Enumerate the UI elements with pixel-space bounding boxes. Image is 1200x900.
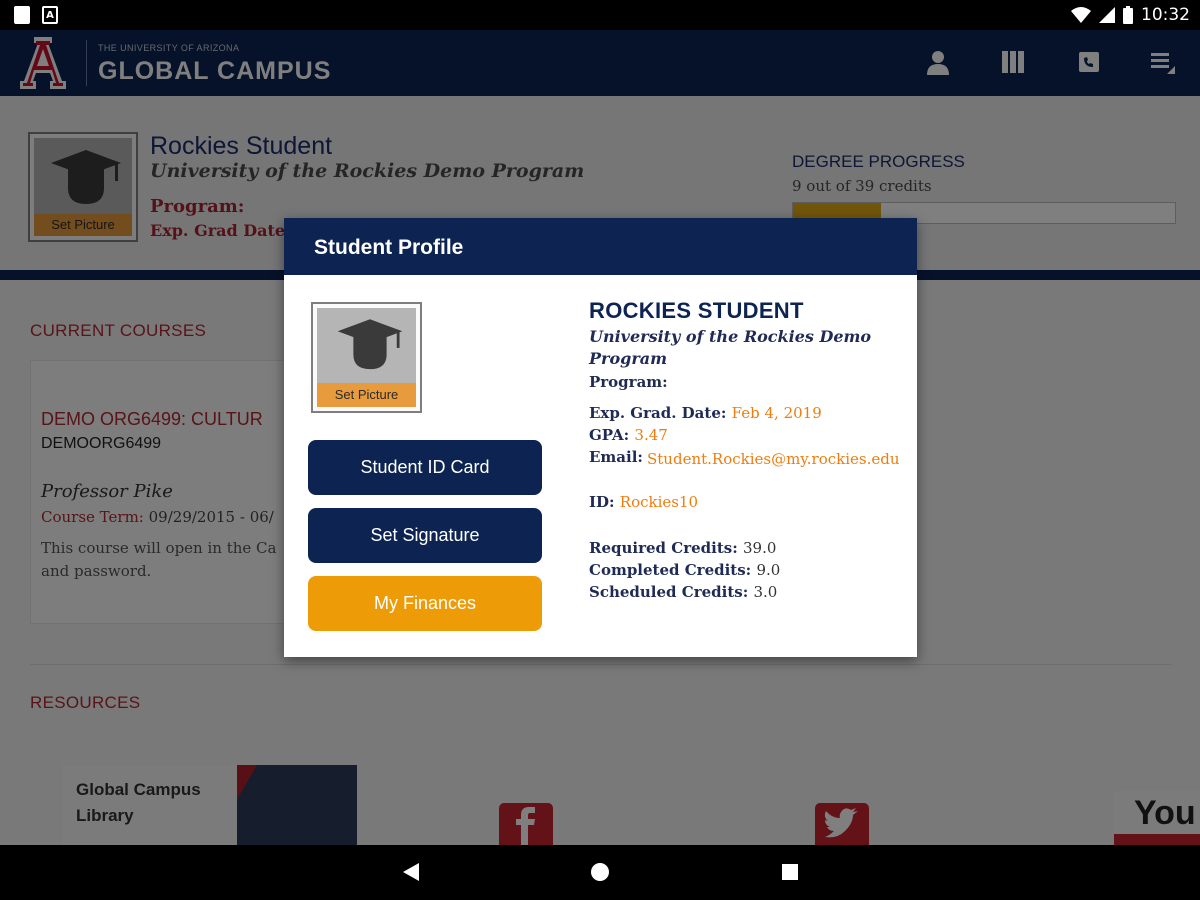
student-id-card-button[interactable]: Student ID Card xyxy=(308,440,542,495)
dialog-grad-date-row: Exp. Grad. Date: Feb 4, 2019 xyxy=(589,404,822,422)
gpa-value: 3.47 xyxy=(634,426,668,444)
set-picture-button[interactable]: Set Picture xyxy=(317,383,416,407)
required-credits-label: Required Credits: xyxy=(589,539,738,557)
dialog-title: Student Profile xyxy=(314,236,464,259)
dialog-avatar[interactable]: Set Picture xyxy=(311,302,422,413)
required-credits-row: Required Credits: 39.0 xyxy=(589,539,776,557)
email-label: Email: xyxy=(589,448,643,466)
signal-icon xyxy=(1099,7,1115,23)
battery-icon xyxy=(1123,6,1133,24)
dialog-header: Student Profile xyxy=(284,218,917,275)
dialog-email-row: Email: Student.Rockies@my.rockies.edu xyxy=(589,448,900,468)
back-icon[interactable] xyxy=(401,862,421,882)
dialog-student-name: ROCKIES STUDENT xyxy=(589,298,804,323)
navigation-bar xyxy=(0,845,1200,900)
graduate-icon xyxy=(337,319,403,370)
id-value: Rockies10 xyxy=(619,493,699,511)
status-bar: A 10:32 xyxy=(0,0,1200,30)
home-icon[interactable] xyxy=(590,862,610,882)
student-profile-dialog: Student Profile Set Picture Student ID C… xyxy=(284,218,917,657)
required-credits-value: 39.0 xyxy=(742,539,777,557)
notification-icon xyxy=(14,6,30,24)
dialog-gpa-row: GPA: 3.47 xyxy=(589,426,668,444)
grad-date-label: Exp. Grad. Date: xyxy=(589,404,727,422)
dialog-id-row: ID: Rockies10 xyxy=(589,493,698,511)
app-notification-icon: A xyxy=(42,6,58,24)
dialog-program-label: Program: xyxy=(589,373,668,391)
email-value[interactable]: Student.Rockies@my.rockies.edu xyxy=(647,448,907,470)
wifi-icon xyxy=(1071,7,1091,23)
scheduled-credits-value: 3.0 xyxy=(753,583,778,601)
clock: 10:32 xyxy=(1141,5,1190,25)
completed-credits-row: Completed Credits: 9.0 xyxy=(589,561,780,579)
scheduled-credits-row: Scheduled Credits: 3.0 xyxy=(589,583,777,601)
my-finances-button[interactable]: My Finances xyxy=(308,576,542,631)
dialog-school-name: University of the Rockies Demo Program xyxy=(589,327,872,368)
completed-credits-value: 9.0 xyxy=(756,561,781,579)
completed-credits-label: Completed Credits: xyxy=(589,561,752,579)
scheduled-credits-label: Scheduled Credits: xyxy=(589,583,749,601)
set-signature-button[interactable]: Set Signature xyxy=(308,508,542,563)
grad-date-value: Feb 4, 2019 xyxy=(731,404,822,422)
gpa-label: GPA: xyxy=(589,426,630,444)
id-label: ID: xyxy=(589,493,615,511)
recents-icon[interactable] xyxy=(780,862,800,882)
